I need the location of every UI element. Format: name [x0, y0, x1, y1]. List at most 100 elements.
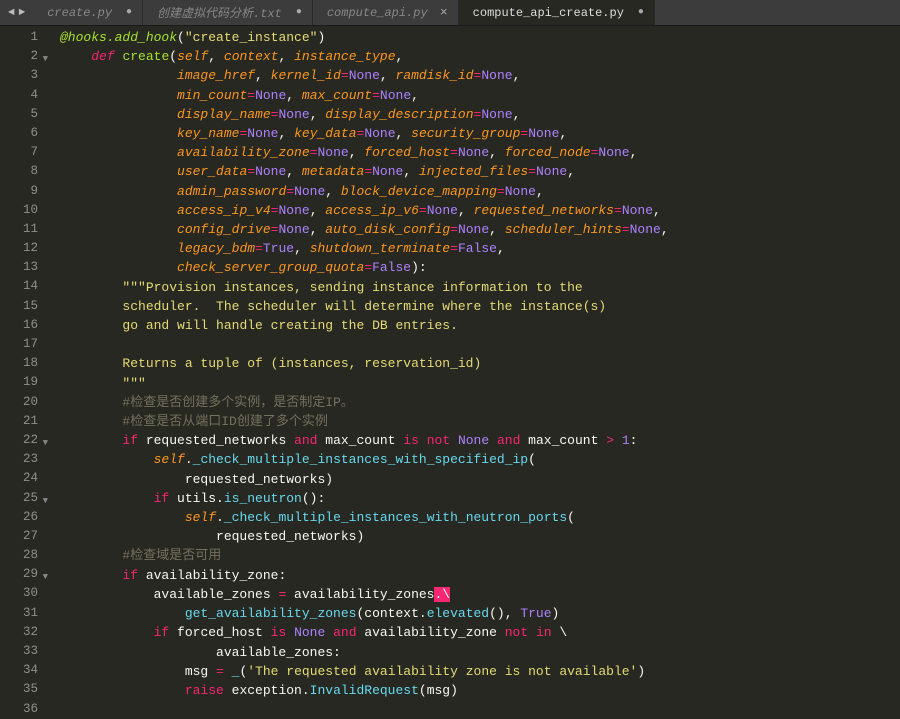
- line-number[interactable]: 22▼: [0, 431, 38, 450]
- line-number[interactable]: 21: [0, 412, 38, 431]
- line-number[interactable]: 20: [0, 393, 38, 412]
- fold-icon[interactable]: ▼: [43, 568, 48, 587]
- code-line[interactable]: check_server_group_quota=False):: [60, 258, 669, 277]
- line-number[interactable]: 18: [0, 354, 38, 373]
- code-line[interactable]: min_count=None, max_count=None,: [60, 86, 669, 105]
- code-line[interactable]: #检查是否创建多个实例，是否制定IP。: [60, 393, 669, 412]
- code-line[interactable]: key_name=None, key_data=None, security_g…: [60, 124, 669, 143]
- token-const: None: [349, 68, 380, 83]
- token-const: None: [278, 203, 309, 218]
- line-number[interactable]: 9: [0, 182, 38, 201]
- line-number[interactable]: 4: [0, 86, 38, 105]
- code-line[interactable]: access_ip_v4=None, access_ip_v6=None, re…: [60, 201, 669, 220]
- line-number[interactable]: 17: [0, 335, 38, 354]
- line-number[interactable]: 3: [0, 66, 38, 85]
- line-number[interactable]: 12: [0, 239, 38, 258]
- code-line[interactable]: #检查是否从端口ID创建了多个实例: [60, 412, 669, 431]
- line-number[interactable]: 35: [0, 680, 38, 699]
- code-line[interactable]: availability_zone=None, forced_host=None…: [60, 143, 669, 162]
- line-number[interactable]: 26: [0, 508, 38, 527]
- token-param: max_count: [302, 88, 372, 103]
- line-number[interactable]: 10: [0, 201, 38, 220]
- fold-icon[interactable]: ▼: [43, 50, 48, 69]
- token-var: .: [216, 510, 224, 525]
- line-number[interactable]: 34: [0, 661, 38, 680]
- tab[interactable]: 创建虚拟代码分析.txt●: [143, 0, 313, 25]
- modified-dot-icon: ●: [296, 7, 302, 18]
- tab[interactable]: create.py●: [33, 0, 143, 25]
- token-param: auto_disk_config: [325, 222, 450, 237]
- line-number[interactable]: 36: [0, 700, 38, 719]
- code-line[interactable]: if utils.is_neutron():: [60, 489, 669, 508]
- line-number[interactable]: 19: [0, 373, 38, 392]
- code-line[interactable]: if availability_zone:: [60, 566, 669, 585]
- nav-arrows: ◄ ►: [0, 0, 33, 25]
- line-number[interactable]: 16: [0, 316, 38, 335]
- token-var: [325, 625, 333, 640]
- code-line[interactable]: def create(self, context, instance_type,: [60, 47, 669, 66]
- line-number[interactable]: 30: [0, 584, 38, 603]
- token-op: =: [247, 164, 255, 179]
- line-number[interactable]: 29▼: [0, 565, 38, 584]
- code-line[interactable]: user_data=None, metadata=None, injected_…: [60, 162, 669, 181]
- code-line[interactable]: msg = _('The requested availability zone…: [60, 662, 669, 681]
- code-line[interactable]: get_availability_zones(context.elevated(…: [60, 604, 669, 623]
- line-number[interactable]: 24: [0, 469, 38, 488]
- nav-back-icon[interactable]: ◄: [8, 7, 15, 19]
- token-kw: is: [271, 625, 287, 640]
- token-var: ,: [630, 145, 638, 160]
- line-number[interactable]: 14: [0, 277, 38, 296]
- line-number[interactable]: 8: [0, 162, 38, 181]
- code-line[interactable]: Returns a tuple of (instances, reservati…: [60, 354, 669, 373]
- line-number[interactable]: 13: [0, 258, 38, 277]
- code-line[interactable]: requested_networks): [60, 527, 669, 546]
- tab[interactable]: compute_api.py×: [313, 0, 459, 25]
- token-comment: #检查是否创建多个实例，是否制定IP。: [122, 395, 353, 410]
- code-line[interactable]: raise exception.InvalidRequest(msg): [60, 681, 669, 700]
- code-line[interactable]: #检查域是否可用: [60, 546, 669, 565]
- code-line[interactable]: legacy_bdm=True, shutdown_terminate=Fals…: [60, 239, 669, 258]
- token-var: [60, 88, 177, 103]
- line-number[interactable]: 25▼: [0, 489, 38, 508]
- code-line[interactable]: [60, 700, 669, 719]
- code-line[interactable]: image_href, kernel_id=None, ramdisk_id=N…: [60, 66, 669, 85]
- tab[interactable]: compute_api_create.py●: [459, 0, 655, 25]
- line-number[interactable]: 32: [0, 623, 38, 642]
- fold-icon[interactable]: ▼: [43, 492, 48, 511]
- code-line[interactable]: available_zones:: [60, 643, 669, 662]
- code-line[interactable]: available_zones = availability_zones.\: [60, 585, 669, 604]
- line-number[interactable]: 5: [0, 105, 38, 124]
- code-line[interactable]: self._check_multiple_instances_with_neut…: [60, 508, 669, 527]
- close-icon[interactable]: ×: [440, 5, 448, 20]
- code-line[interactable]: go and will handle creating the DB entri…: [60, 316, 669, 335]
- token-param: key_data: [294, 126, 356, 141]
- fold-icon[interactable]: ▼: [43, 434, 48, 453]
- line-number[interactable]: 31: [0, 604, 38, 623]
- line-number[interactable]: 23: [0, 450, 38, 469]
- code-line[interactable]: display_name=None, display_description=N…: [60, 105, 669, 124]
- code-line[interactable]: """: [60, 374, 669, 393]
- line-number[interactable]: 7: [0, 143, 38, 162]
- line-number[interactable]: 2▼: [0, 47, 38, 66]
- line-number[interactable]: 11: [0, 220, 38, 239]
- nav-forward-icon[interactable]: ►: [19, 7, 26, 19]
- code-line[interactable]: requested_networks): [60, 470, 669, 489]
- line-number[interactable]: 1: [0, 28, 38, 47]
- token-var: requested_networks): [60, 472, 333, 487]
- code-line[interactable]: admin_password=None, block_device_mappin…: [60, 182, 669, 201]
- code-area[interactable]: @hooks.add_hook("create_instance") def c…: [46, 26, 669, 718]
- line-number[interactable]: 15: [0, 297, 38, 316]
- code-line[interactable]: if forced_host is None and availability_…: [60, 623, 669, 642]
- token-var: ,: [559, 126, 567, 141]
- code-line[interactable]: self._check_multiple_instances_with_spec…: [60, 450, 669, 469]
- line-number[interactable]: 6: [0, 124, 38, 143]
- line-number[interactable]: 28: [0, 546, 38, 565]
- code-line[interactable]: config_drive=None, auto_disk_config=None…: [60, 220, 669, 239]
- line-number[interactable]: 27: [0, 527, 38, 546]
- code-line[interactable]: [60, 335, 669, 354]
- code-line[interactable]: scheduler. The scheduler will determine …: [60, 297, 669, 316]
- code-line[interactable]: if requested_networks and max_count is n…: [60, 431, 669, 450]
- line-number[interactable]: 33: [0, 642, 38, 661]
- code-line[interactable]: @hooks.add_hook("create_instance"): [60, 28, 669, 47]
- code-line[interactable]: """Provision instances, sending instance…: [60, 278, 669, 297]
